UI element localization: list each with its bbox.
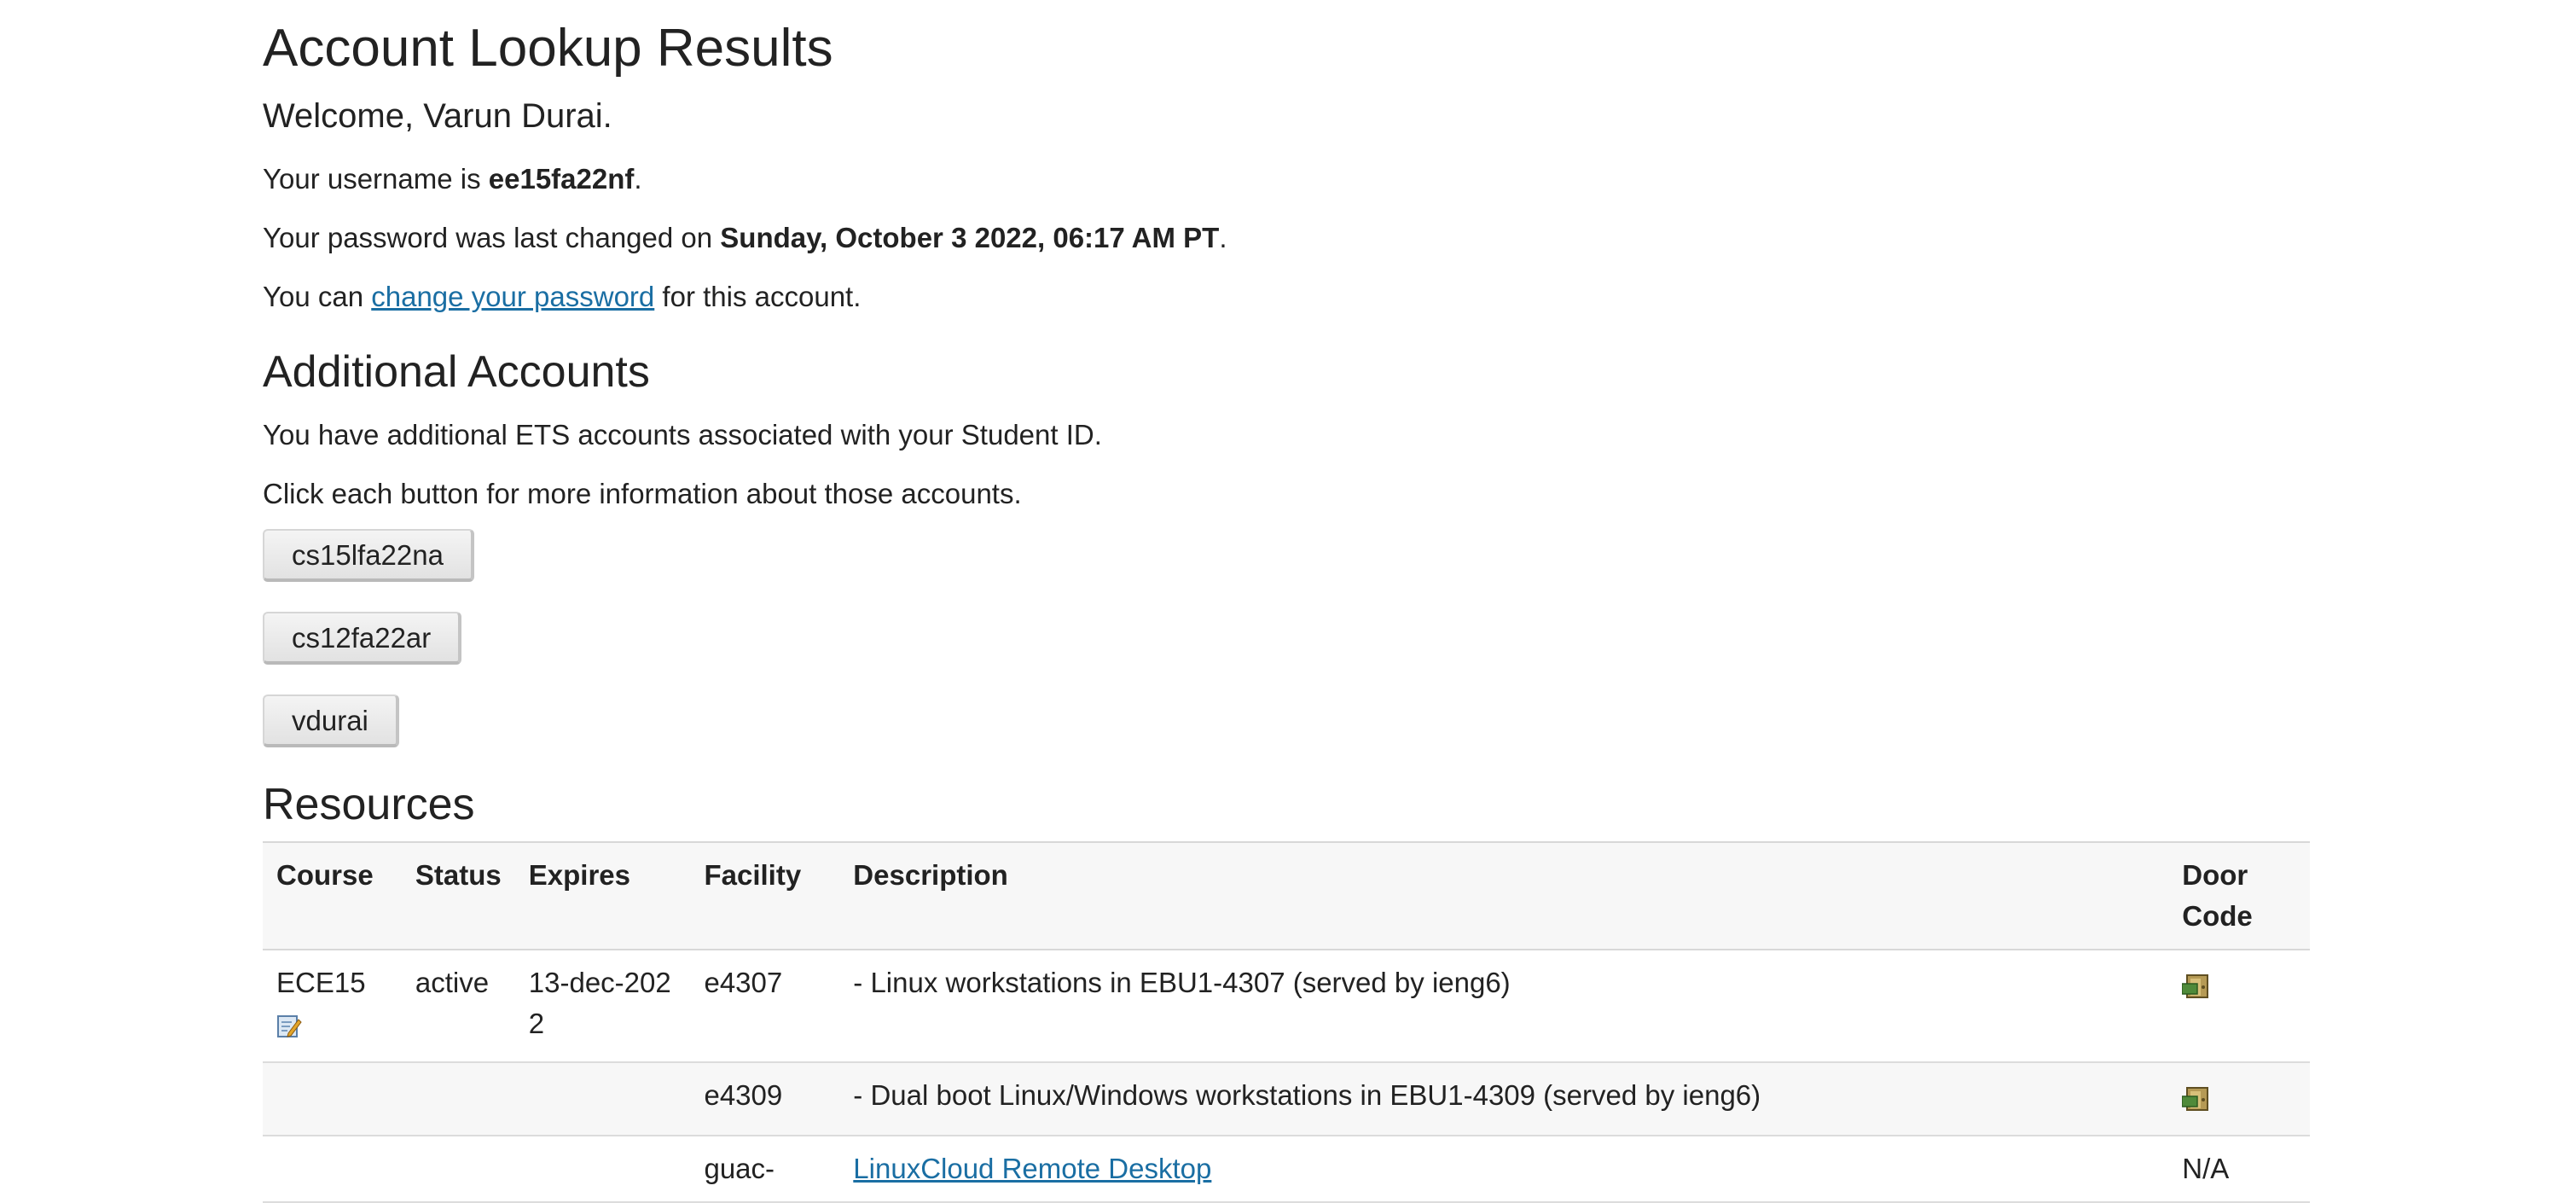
additional-accounts-instructions: Click each button for more information a…	[263, 478, 1022, 509]
course-cell	[263, 1136, 402, 1203]
column-header-course: Course	[263, 841, 402, 950]
username-value: ee15fa22nf	[488, 163, 635, 195]
column-header-status: Status	[401, 841, 515, 950]
password-suffix: .	[1219, 222, 1227, 253]
password-changed-date: Sunday, October 3 2022, 06:17 AM PT	[720, 222, 1220, 253]
door-icon[interactable]	[2181, 1082, 2213, 1111]
table-header-row: Course Status Expires Facility Descripti…	[263, 841, 2310, 950]
expires-cell	[514, 1062, 691, 1136]
column-header-description: Description	[839, 841, 2169, 950]
column-header-expires: Expires	[514, 841, 691, 950]
status-cell	[401, 1136, 515, 1203]
account-button-vdurai[interactable]: vdurai	[263, 694, 399, 747]
description-cell: - Linux workstations in EBU1-4307 (serve…	[839, 950, 2169, 1063]
table-row: e4309 - Dual boot Linux/Windows workstat…	[263, 1062, 2310, 1136]
expires-cell	[514, 1136, 691, 1203]
course-name: ECE15	[276, 967, 366, 998]
column-header-facility: Facility	[690, 841, 840, 950]
expires-cell: 13-dec-2022	[514, 950, 691, 1063]
username-label: Your username is	[263, 163, 489, 195]
status-cell: active	[401, 950, 515, 1063]
column-header-door-code: Door Code	[2168, 841, 2310, 950]
door-code-cell	[2168, 1062, 2310, 1136]
username-suffix: .	[634, 163, 642, 195]
page-title: Account Lookup Results	[263, 19, 833, 78]
additional-accounts-heading: Additional Accounts	[263, 347, 650, 397]
resources-heading: Resources	[263, 780, 475, 829]
facility-cell: e4307	[690, 950, 840, 1063]
course-cell	[263, 1062, 402, 1136]
additional-accounts-text: You have additional ETS accounts associa…	[263, 419, 1102, 450]
facility-cell: e4309	[690, 1062, 840, 1136]
resources-table: Course Status Expires Facility Descripti…	[263, 841, 2310, 1203]
change-prefix: You can	[263, 281, 372, 312]
table-row: guac- LinuxCloud Remote Desktop N/A	[263, 1136, 2310, 1203]
facility-cell: guac-	[690, 1136, 840, 1203]
change-password-link[interactable]: change your password	[371, 281, 654, 312]
status-cell	[401, 1062, 515, 1136]
door-icon[interactable]	[2181, 969, 2213, 998]
table-row: ECE15 active 13-dec-2022 e4307 - Linux w…	[263, 950, 2310, 1063]
password-changed-line: Your password was last changed on Sunday…	[263, 221, 1227, 255]
linuxcloud-remote-desktop-link[interactable]: LinuxCloud Remote Desktop	[853, 1153, 1211, 1184]
edit-icon[interactable]	[276, 1008, 302, 1037]
description-cell: LinuxCloud Remote Desktop	[839, 1136, 2169, 1203]
course-cell: ECE15	[263, 950, 402, 1063]
change-password-line: You can change your password for this ac…	[263, 280, 861, 314]
username-line: Your username is ee15fa22nf.	[263, 162, 642, 196]
welcome-message: Welcome, Varun Durai.	[263, 97, 612, 135]
password-label: Your password was last changed on	[263, 222, 721, 253]
account-button-cs12fa22ar[interactable]: cs12fa22ar	[263, 612, 462, 665]
account-button-cs15lfa22na[interactable]: cs15lfa22na	[263, 529, 474, 582]
change-suffix: for this account.	[654, 281, 862, 312]
door-code-cell	[2168, 950, 2310, 1063]
door-code-cell: N/A	[2168, 1136, 2310, 1203]
description-cell: - Dual boot Linux/Windows workstations i…	[839, 1062, 2169, 1136]
